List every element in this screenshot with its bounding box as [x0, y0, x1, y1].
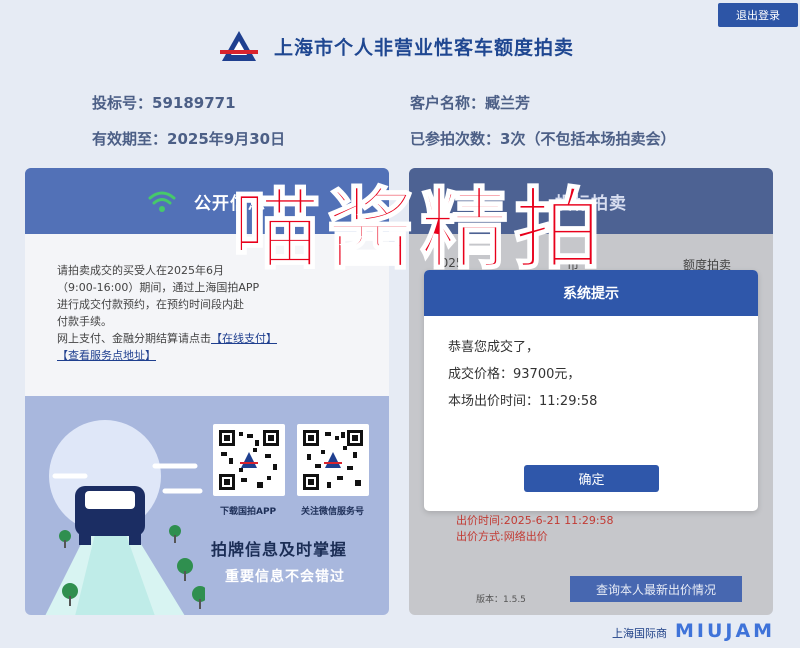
dialog-line-time: 本场出价时间：11:29:58 [448, 394, 598, 409]
valid-until: 有效期至：2025年9月30日 [92, 130, 286, 148]
wechat-qr-caption: 关注微信服务号 [301, 507, 365, 517]
dialog-title: 系统提示 [563, 286, 619, 302]
footer-text: 上海国际商 [612, 627, 667, 640]
slogan-sub: 重要信息不会错过 [225, 569, 345, 585]
qr-code-icon [219, 430, 279, 490]
auction-logo-icon [220, 31, 258, 61]
dialog-line-congrats: 恭喜您成交了， [448, 340, 540, 355]
notice-line: 进行成交付款预约，在预约时间段内赴 [57, 298, 244, 311]
notice-line: （9:00-16:00）期间，通过上海国拍APP [57, 281, 260, 294]
customer-name: 客户名称：臧兰芳 [410, 94, 531, 112]
service-point-link[interactable]: 【查看服务点地址】 [57, 349, 156, 362]
ok-button[interactable]: 确定 [524, 465, 659, 492]
car-road-illustration [45, 420, 205, 615]
watermark-text: 喵酱精拍 [231, 178, 609, 281]
promo-area: 下载国拍APP 关注微信服务号 拍牌信息及时掌握 重要信息不会错过 [25, 396, 389, 615]
wechat-qr-code [297, 424, 369, 496]
watermark-brand: MIUJAM [675, 620, 776, 642]
bid-method: 出价方式:网络出价 [456, 530, 548, 543]
notice-line: 付款手续。 [57, 315, 112, 328]
qr-code-icon [303, 430, 363, 490]
wifi-icon [148, 191, 176, 212]
bid-number: 投标号：59189771 [92, 94, 236, 112]
notice-line: 网上支付、金融分期结算请点击【在线支付】 [57, 332, 277, 345]
online-pay-link[interactable]: 【在线支付】 [211, 332, 277, 345]
dialog-body: 恭喜您成交了， 成交价格：93700元， 本场出价时间：11:29:58 [424, 316, 758, 415]
slogan-main: 拍牌信息及时掌握 [211, 540, 348, 559]
site-title: 上海市个人非营业性客车额度拍卖 [274, 36, 575, 59]
site-header: 上海市个人非营业性客车额度拍卖 [220, 28, 574, 64]
attended-count: 已参拍次数：3次（不包括本场拍卖会） [410, 130, 676, 148]
app-qr-caption: 下载国拍APP [220, 507, 277, 517]
version-label: 版本：1.5.5 [476, 595, 526, 605]
bid-time: 出价时间:2025-6-21 11:29:58 [456, 514, 614, 527]
app-qr-code [213, 424, 285, 496]
query-latest-bid-button[interactable]: 查询本人最新出价情况 [570, 576, 742, 602]
logout-button[interactable]: 退出登录 [718, 3, 798, 27]
dialog-line-price: 成交价格：93700元， [448, 367, 581, 382]
result-dialog: 系统提示 恭喜您成交了， 成交价格：93700元， 本场出价时间：11:29:5… [424, 270, 758, 511]
